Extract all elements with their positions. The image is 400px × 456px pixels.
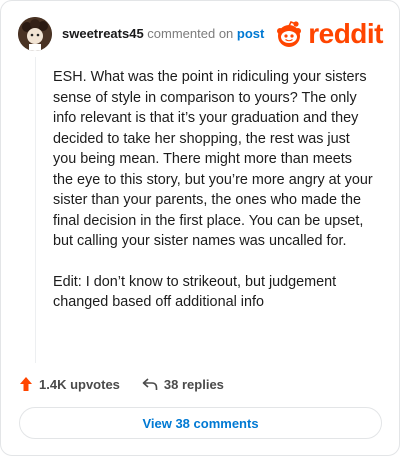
action-text: commented on (147, 26, 234, 41)
upvote-arrow-icon (20, 377, 32, 391)
comment-paragraph: ESH. What was the point in ridiculing yo… (53, 69, 373, 249)
replies-button[interactable]: 38 replies (142, 377, 224, 392)
comment-body: ESH. What was the point in ridiculing yo… (53, 67, 375, 333)
thread-line[interactable] (35, 57, 36, 363)
reddit-logo[interactable]: reddit (274, 17, 383, 51)
comment-actions: 1.4K upvotes 38 replies (19, 375, 246, 393)
username[interactable]: sweetreats45 (62, 26, 144, 41)
reddit-wordmark: reddit (308, 18, 383, 49)
upvote-count: 1.4K upvotes (39, 376, 120, 392)
view-comments-button[interactable]: View 38 comments (19, 407, 382, 439)
reply-arrow-icon (142, 378, 158, 390)
comment-card: sweetreats45 commented on post reddit ES… (0, 0, 400, 456)
reply-count: 38 replies (163, 376, 224, 392)
post-link[interactable]: post (237, 26, 264, 41)
avatar[interactable] (18, 17, 52, 51)
comment-edit-paragraph: Edit: I don’t know to strikeout, but jud… (53, 273, 337, 311)
reddit-snoo-icon (277, 20, 302, 47)
upvote-button[interactable]: 1.4K upvotes (19, 376, 120, 392)
comment-meta: sweetreats45 commented on post (62, 26, 264, 41)
comment-header: sweetreats45 commented on post reddit (18, 17, 383, 51)
